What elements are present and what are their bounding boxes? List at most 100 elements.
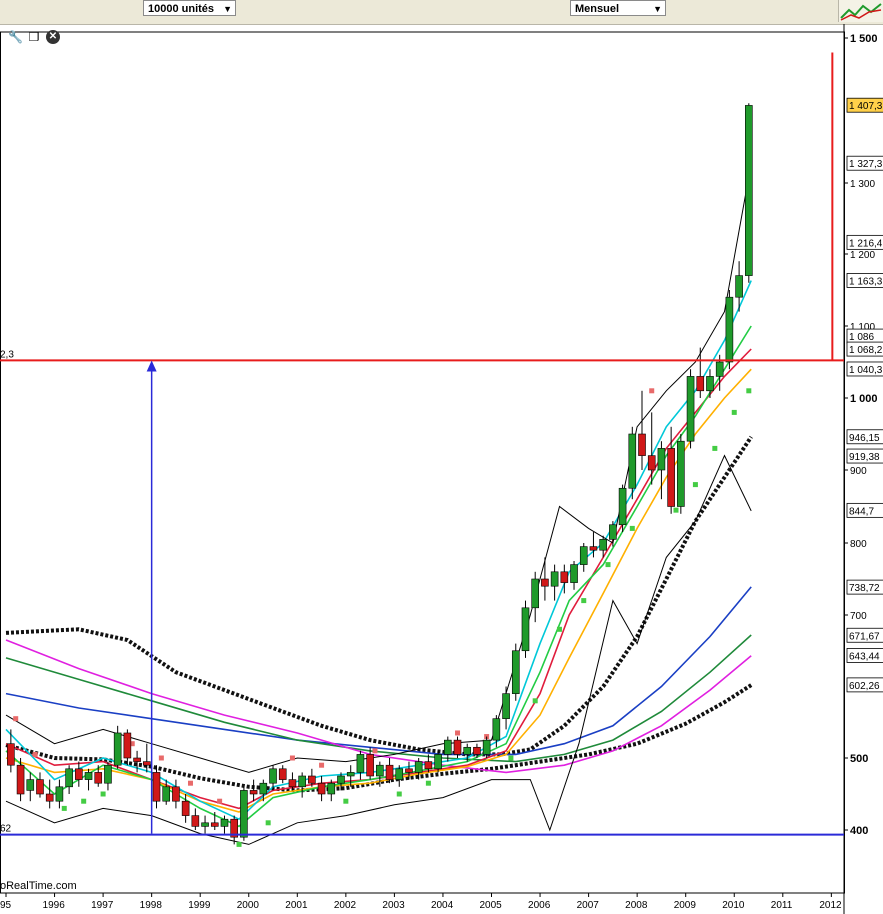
chart-tools: 🔧 ❐ ✕ [8,30,60,48]
sar-point [265,820,271,826]
wrench-icon[interactable]: 🔧 [8,30,23,44]
close-icon[interactable]: ✕ [46,30,60,44]
window-icon[interactable]: ❐ [27,30,41,44]
candle-body [327,782,336,795]
candle-body [84,772,93,780]
candle-body [521,607,530,652]
chevron-down-icon: ▼ [653,4,662,14]
candle-body [65,768,73,788]
hline-label: 2,3 [0,349,14,360]
chevron-down-icon: ▼ [223,4,232,14]
price-chart[interactable]: 1 5001 3001 2001 1001 000900800700500400… [0,24,883,914]
sar-point [396,791,402,797]
period-select[interactable]: Mensuel ▼ [570,0,666,16]
candle-body [259,782,268,795]
y-tick-label: 1 000 [850,393,878,405]
candle-body [172,786,180,802]
x-tick-label: 95 [0,900,12,911]
unit-select-value: 10000 unités [148,3,215,15]
sar-point [81,798,87,804]
x-tick-label: 2007 [577,900,600,911]
x-tick-label: 2004 [431,900,454,911]
x-tick-label: 1998 [140,900,163,911]
candle-body [113,732,122,766]
sar-point [712,445,718,451]
candle-body [453,739,462,755]
sar-point [731,409,737,415]
candle-body [201,822,209,827]
candle-body [123,732,132,759]
candle-body [395,768,404,780]
sar-point [100,791,106,797]
sar-point [532,698,538,704]
candle-body [696,376,705,392]
chart-type-widget[interactable] [838,0,883,22]
price-label: 844,7 [849,506,874,517]
candle-body [531,578,539,609]
candle-body [609,524,617,540]
sar-point [32,751,38,757]
candle-body [502,693,510,719]
sar-point [372,748,378,754]
sar-point [673,507,679,513]
candle-body [414,761,423,773]
y-tick-label: 500 [850,753,868,765]
candle-body [735,275,743,298]
mini-chart-icon [840,3,882,21]
candle-body [346,772,355,777]
sar-point [649,388,655,394]
candle-body [376,764,384,777]
sar-point [13,716,19,722]
x-tick-label: 1999 [188,900,211,911]
price-label: 671,67 [849,631,880,642]
price-label: 738,72 [849,583,880,594]
price-label: 1 068,2 [849,345,883,356]
x-tick-label: 1996 [43,900,66,911]
candle-body [715,361,724,377]
candle-body [162,786,171,802]
price-label: 919,38 [849,452,880,463]
unit-select[interactable]: 10000 unités ▼ [143,0,236,16]
y-tick-label: 900 [850,466,867,477]
candle-body [647,455,656,471]
candle-body [36,779,44,795]
price-label: 946,15 [849,433,880,444]
candle-body [191,815,200,827]
sar-point [289,755,295,761]
candle-body [424,761,433,770]
candle-body [337,775,345,784]
x-tick-label: 2010 [722,900,745,911]
candle-body [579,546,588,565]
price-label: 1 216,4 [849,238,883,249]
sar-point [455,730,461,736]
sar-point [581,598,587,604]
candle-body [618,487,627,526]
x-tick-label: 2002 [334,900,357,911]
candle-body [686,376,695,442]
candle-body [473,746,481,755]
candle-body [541,578,549,587]
x-tick-label: 2001 [285,900,308,911]
x-tick-label: 2009 [674,900,697,911]
candle-body [220,818,229,827]
candle-body [308,775,316,784]
candle-body [550,571,559,587]
candle-body [745,105,753,276]
candle-body [628,433,637,489]
watermark: oRealTime.com [0,880,77,892]
candle-body [16,764,25,795]
sar-point [217,798,223,804]
y-tick-label: 400 [850,825,868,837]
candle-body [152,772,161,802]
x-tick-label: 1997 [91,900,114,911]
candle-body [7,743,15,766]
sar-point [692,482,698,488]
hline-label: 62 [0,824,12,835]
y-tick-label: 800 [850,539,867,550]
candle-body [104,764,112,784]
price-label: 1 086 [849,332,874,343]
x-tick-label: 2011 [771,900,793,911]
candle-body [560,571,569,583]
x-tick-label: 2006 [528,900,551,911]
candle-body [356,754,365,773]
